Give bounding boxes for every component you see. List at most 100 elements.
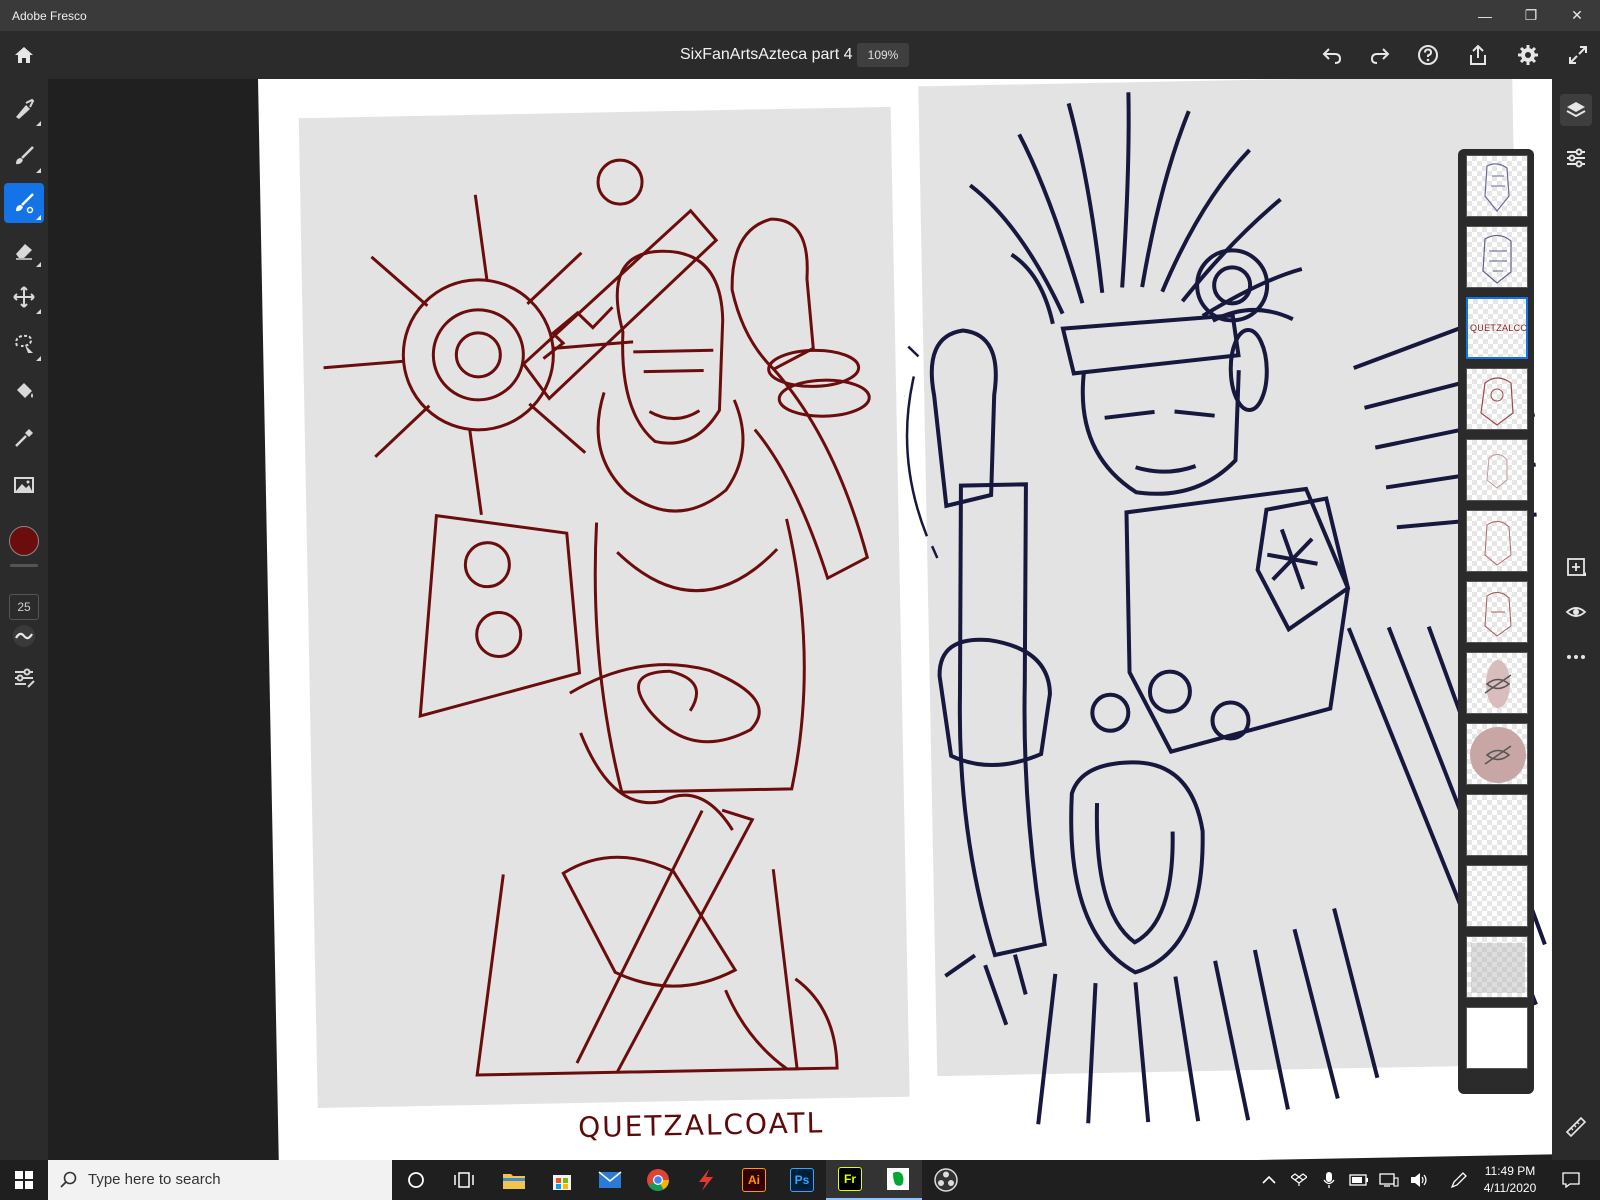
layer-thumbnail[interactable] xyxy=(1466,155,1528,217)
layer-thumbnail[interactable] xyxy=(1466,936,1528,998)
pixel-brush-icon xyxy=(16,98,35,119)
close-button[interactable]: ✕ xyxy=(1554,0,1600,31)
pixel-brush-tool[interactable] xyxy=(4,89,44,129)
visibility-button[interactable] xyxy=(1560,596,1592,628)
obs-button[interactable] xyxy=(922,1160,970,1200)
network-icon xyxy=(1379,1173,1399,1187)
ruler-button[interactable] xyxy=(1560,1111,1592,1143)
taskbar-search-box[interactable]: Type here to search xyxy=(48,1160,392,1200)
red-app-button[interactable] xyxy=(682,1160,730,1200)
minimize-icon: — xyxy=(1478,7,1492,24)
canvas-area[interactable]: QUETZALCOATL xyxy=(48,79,1552,1160)
fullscreen-button[interactable] xyxy=(1562,39,1594,71)
illustrator-icon: Ai xyxy=(742,1168,766,1192)
cortana-button[interactable] xyxy=(392,1160,440,1200)
layer-preview xyxy=(1470,727,1526,783)
store-button[interactable] xyxy=(538,1160,586,1200)
move-tool[interactable] xyxy=(4,277,44,317)
live-brush-tool[interactable] xyxy=(4,136,44,176)
photoshop-button[interactable]: Ps xyxy=(778,1160,826,1200)
layer-thumbnail[interactable] xyxy=(1466,865,1528,927)
layer-thumbnail[interactable] xyxy=(1466,794,1528,856)
mail-button[interactable] xyxy=(586,1160,634,1200)
share-button[interactable] xyxy=(1462,39,1494,71)
tray-battery[interactable] xyxy=(1348,1168,1370,1192)
layer-thumbnail-active[interactable]: QUETZALCOATL xyxy=(1466,297,1528,359)
help-button[interactable] xyxy=(1412,39,1444,71)
tray-volume[interactable] xyxy=(1408,1168,1430,1192)
layer-preview xyxy=(1471,943,1525,993)
redo-button[interactable] xyxy=(1364,39,1396,71)
store-icon xyxy=(553,1175,571,1190)
task-view-icon xyxy=(454,1172,474,1188)
share-icon xyxy=(1470,44,1486,65)
layer-thumbnail-hidden[interactable] xyxy=(1466,652,1528,714)
add-layer-icon xyxy=(1567,558,1586,576)
fresco-button[interactable]: Fr xyxy=(826,1160,874,1200)
illustrator-button[interactable]: Ai xyxy=(730,1160,778,1200)
microphone-icon xyxy=(1323,1172,1335,1188)
brush-settings-tool[interactable] xyxy=(4,658,44,698)
layer-preview xyxy=(1484,660,1512,708)
fullscreen-icon xyxy=(1569,46,1587,64)
layer-thumbnail[interactable] xyxy=(1466,510,1528,572)
live-brush-icon xyxy=(16,146,34,165)
maximize-button[interactable]: ❐ xyxy=(1508,0,1554,31)
layer-properties-button[interactable] xyxy=(1560,142,1592,174)
eyedropper-tool[interactable] xyxy=(4,418,44,458)
evernote-button[interactable] xyxy=(874,1160,922,1200)
title-bar: Adobe Fresco — ❐ ✕ xyxy=(0,0,1600,31)
ruler-icon xyxy=(1565,1116,1587,1138)
pen-icon xyxy=(1450,1172,1467,1189)
lasso-tool[interactable] xyxy=(4,324,44,364)
smoothing-tool[interactable] xyxy=(4,616,44,656)
tray-network[interactable] xyxy=(1378,1168,1400,1192)
place-image-tool[interactable] xyxy=(4,465,44,505)
vector-brush-icon xyxy=(16,193,34,214)
tray-overflow-button[interactable] xyxy=(1258,1168,1280,1192)
task-view-button[interactable] xyxy=(440,1160,488,1200)
folder-icon xyxy=(503,1174,525,1189)
cortana-icon xyxy=(408,1172,424,1188)
tray-mic[interactable] xyxy=(1318,1168,1340,1192)
layer-thumbnail[interactable] xyxy=(1466,368,1528,430)
tray-pen[interactable] xyxy=(1448,1168,1470,1192)
settings-button[interactable] xyxy=(1512,39,1544,71)
zoom-level[interactable]: 109% xyxy=(857,43,909,67)
layer-thumbnail-hidden[interactable] xyxy=(1466,723,1528,785)
caption-text: QUETZALCOATL xyxy=(577,1106,825,1145)
chevron-up-icon xyxy=(1262,1175,1276,1184)
tray-dropbox[interactable] xyxy=(1288,1168,1310,1192)
fresco-window: Adobe Fresco — ❐ ✕ SixFanArtsAzteca part… xyxy=(0,0,1600,1200)
system-clock[interactable]: 11:49 PM 4/11/2020 xyxy=(1474,1163,1546,1197)
layers-button[interactable] xyxy=(1560,94,1592,126)
chrome-button[interactable] xyxy=(634,1160,682,1200)
smoothing-icon xyxy=(13,625,35,647)
undo-button[interactable] xyxy=(1316,39,1348,71)
undo-icon xyxy=(1322,48,1342,64)
minimize-button[interactable]: — xyxy=(1462,0,1508,31)
add-layer-button[interactable] xyxy=(1560,551,1592,583)
layer-preview xyxy=(1484,521,1512,566)
notification-button[interactable] xyxy=(1560,1168,1582,1192)
windows-taskbar: Type here to search Ai Ps Fr 11:49 PM 4/… xyxy=(0,1160,1600,1200)
background-layer[interactable] xyxy=(1466,1007,1528,1069)
start-button[interactable] xyxy=(0,1160,48,1200)
layer-thumbnail[interactable] xyxy=(1466,439,1528,501)
document-title[interactable]: SixFanArtsAzteca part 4 xyxy=(680,46,853,64)
artboard[interactable]: QUETZALCOATL xyxy=(258,79,1552,1160)
battery-icon xyxy=(1349,1174,1368,1186)
home-button[interactable] xyxy=(8,39,40,71)
fill-tool[interactable] xyxy=(4,371,44,411)
clock-time: 11:49 PM xyxy=(1484,1164,1536,1178)
more-options-button[interactable] xyxy=(1560,641,1592,673)
vector-brush-tool[interactable] xyxy=(4,183,44,223)
layer-properties-icon xyxy=(1567,148,1585,168)
close-icon: ✕ xyxy=(1571,7,1583,23)
eraser-tool[interactable] xyxy=(4,230,44,270)
layer-thumbnail[interactable] xyxy=(1466,581,1528,643)
color-swatch[interactable] xyxy=(9,526,39,556)
layer-thumbnail[interactable] xyxy=(1466,226,1528,288)
file-explorer-button[interactable] xyxy=(490,1160,538,1200)
layers-icon xyxy=(1566,102,1586,118)
